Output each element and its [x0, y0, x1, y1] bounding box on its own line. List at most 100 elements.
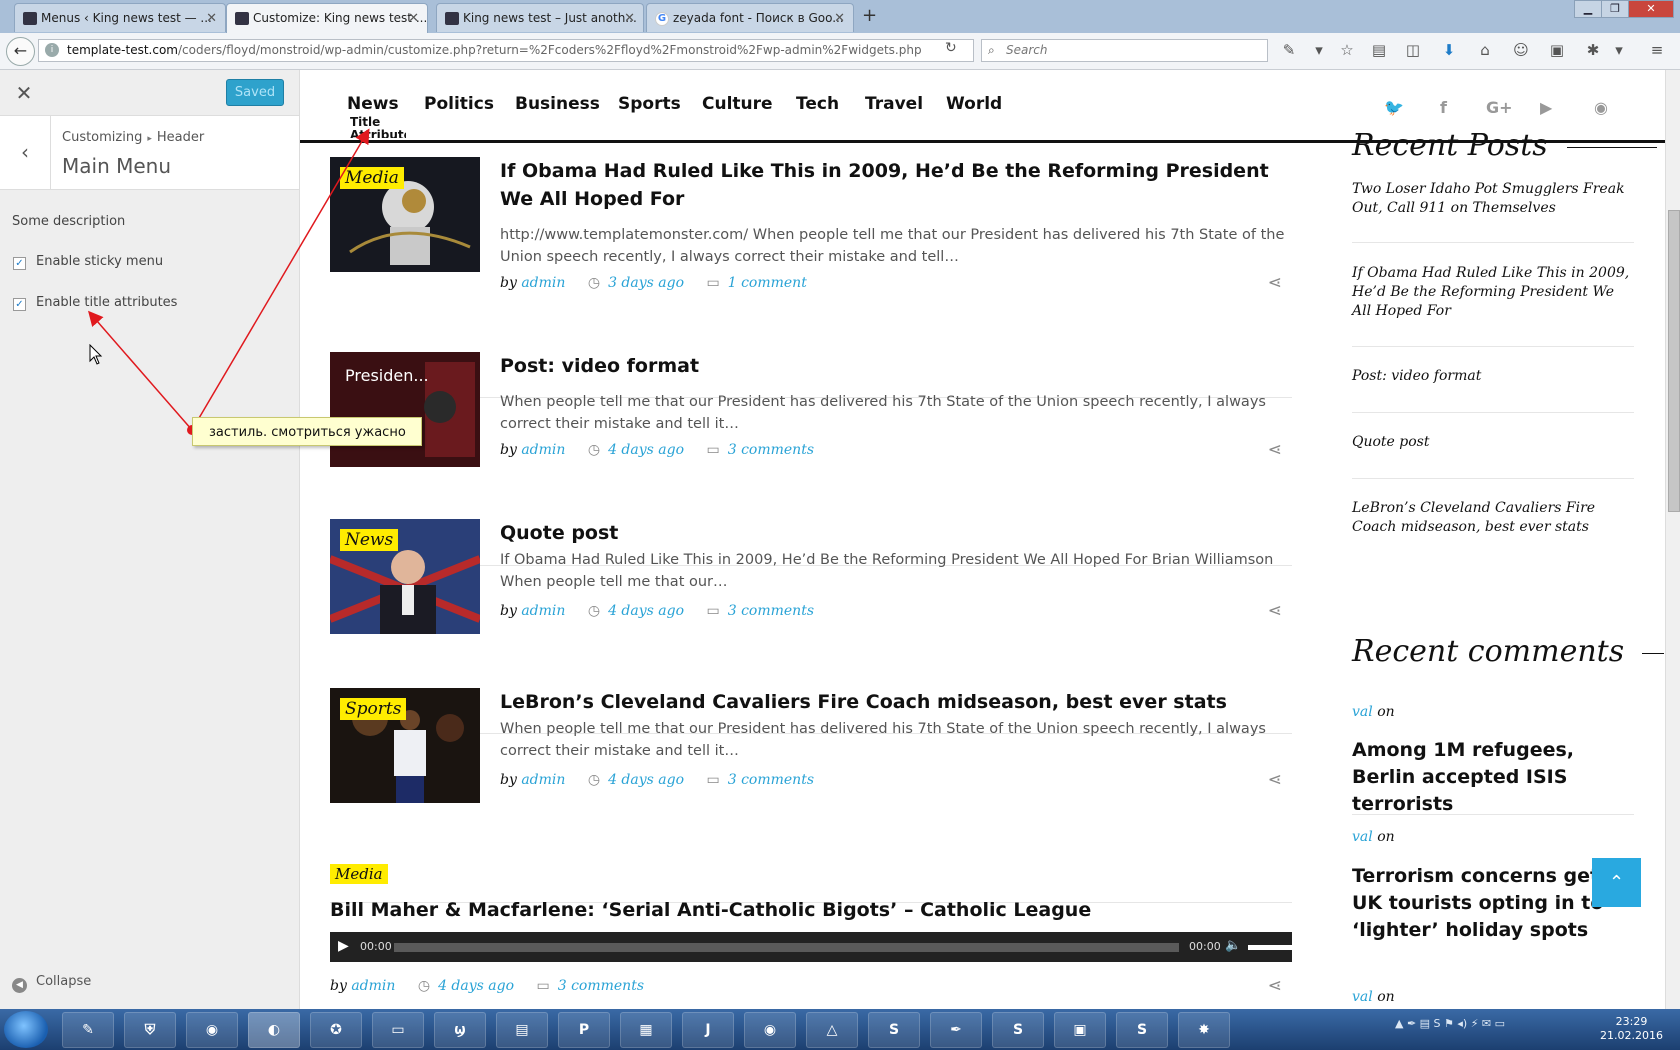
tanks-app-icon[interactable]: ⛨ [124, 1012, 176, 1048]
share-icon[interactable]: ⋖ [1268, 440, 1282, 460]
comments-link[interactable]: 3 comments [728, 772, 814, 788]
scrollbar-thumb[interactable] [1668, 210, 1680, 512]
nav-item-business[interactable]: Business [515, 94, 600, 114]
nav-item-news[interactable]: News [347, 94, 399, 114]
checkbox-checked-icon[interactable]: ✓ [13, 298, 26, 311]
chrome-app-icon[interactable]: ◉ [186, 1012, 238, 1048]
post-title[interactable]: If Obama Had Ruled Like This in 2009, He… [500, 157, 1280, 213]
post-title[interactable]: Bill Maher & Macfarlene: ‘Serial Anti-Ca… [330, 896, 1290, 924]
date-link[interactable]: 4 days ago [608, 772, 684, 788]
star-icon[interactable]: ☆ [1338, 40, 1356, 60]
browser-tab-site[interactable]: King news test – Just anoth... ✕ [436, 3, 644, 32]
author-link[interactable]: admin [521, 275, 565, 291]
post-title[interactable]: LeBron’s Cleveland Cavaliers Fire Coach … [500, 688, 1280, 716]
back-arrow-icon[interactable]: ← [6, 37, 35, 66]
minimize-window-icon[interactable]: ▁ [1574, 0, 1602, 18]
sublime-app-icon[interactable]: S [992, 1012, 1044, 1048]
back-chevron-icon[interactable]: ‹ [0, 116, 51, 189]
facebook-icon[interactable]: f [1440, 98, 1447, 117]
sticky-menu-checkbox[interactable]: ✓ Enable sticky menu [13, 254, 163, 270]
home-icon[interactable]: ⌂ [1476, 40, 1494, 60]
close-window-icon[interactable]: ✕ [1628, 0, 1674, 18]
comments-link[interactable]: 1 comment [728, 275, 807, 291]
author-link[interactable]: admin [521, 603, 565, 619]
reload-icon[interactable]: ↻ [945, 40, 957, 56]
save-app-icon[interactable]: ▤ [496, 1012, 548, 1048]
screenshot-icon[interactable]: ✎ [1280, 40, 1298, 60]
vertical-scrollbar[interactable] [1665, 70, 1680, 1009]
close-tab-icon[interactable]: ✕ [834, 4, 845, 32]
recent-post-link[interactable]: Post: video format [1352, 367, 1634, 413]
category-badge[interactable]: Media [330, 864, 388, 884]
category-badge[interactable]: Media [340, 167, 404, 189]
author-link[interactable]: admin [351, 978, 395, 994]
recent-post-link[interactable]: If Obama Had Ruled Like This in 2009, He… [1352, 264, 1634, 347]
recent-post-link[interactable]: Quote post [1352, 433, 1634, 479]
chevron-down-icon[interactable]: ▾ [1310, 40, 1328, 60]
category-badge[interactable]: Sports [340, 698, 407, 720]
comment-author-link[interactable]: val [1352, 704, 1373, 720]
scroll-to-top-button[interactable]: ⌃ [1592, 858, 1641, 907]
calculator-app-icon[interactable]: ▦ [620, 1012, 672, 1048]
feather-app-icon[interactable]: ✒ [930, 1012, 982, 1048]
checkbox-checked-icon[interactable]: ✓ [13, 257, 26, 270]
volume-icon[interactable]: 🔈 [1225, 938, 1241, 953]
pocket-icon[interactable]: ◫ [1404, 40, 1422, 60]
share-icon[interactable]: ⋖ [1268, 601, 1282, 621]
terminal-app-icon[interactable]: ▭ [372, 1012, 424, 1048]
skype-app-icon[interactable]: S [1116, 1012, 1168, 1048]
rss-icon[interactable]: ◉ [1594, 98, 1608, 117]
date-link[interactable]: 4 days ago [608, 442, 684, 458]
browser-tab-google[interactable]: G zeyada font - Поиск в Goo... ✕ [646, 3, 854, 32]
close-tab-icon[interactable]: ✕ [206, 4, 217, 32]
chevron-down-icon[interactable]: ▾ [1610, 40, 1628, 60]
comment-post-link[interactable]: Among 1M refugees, Berlin accepted ISIS … [1352, 737, 1634, 818]
volume-slider[interactable] [1248, 945, 1294, 950]
system-tray-icons[interactable]: ▲ ✒ ▤ S ⚑ ◂) ⚡ ✉ ▭ [1395, 1017, 1505, 1030]
post-title[interactable]: Post: video format [500, 352, 1280, 380]
firefox-app-icon[interactable]: ◐ [248, 1012, 300, 1048]
addon-icon[interactable]: ✱ [1584, 40, 1602, 60]
start-button-icon[interactable] [4, 1011, 48, 1048]
post-thumbnail[interactable]: Sports [330, 688, 480, 803]
date-link[interactable]: 4 days ago [608, 603, 684, 619]
nav-item-politics[interactable]: Politics [424, 94, 494, 114]
search-input[interactable]: ⌕ Search [981, 39, 1268, 62]
comment-author-link[interactable]: val [1352, 989, 1373, 1005]
saved-button[interactable]: Saved [226, 79, 284, 106]
taskbar-clock[interactable]: 23:29 21.02.2016 [1600, 1015, 1663, 1043]
extension-icon[interactable]: ▣ [1548, 40, 1566, 60]
nav-item-world[interactable]: World [946, 94, 1002, 114]
category-badge[interactable]: News [340, 529, 399, 551]
comment-author-link[interactable]: val [1352, 829, 1373, 845]
nav-item-sports[interactable]: Sports [618, 94, 681, 114]
title-attributes-checkbox[interactable]: ✓ Enable title attributes [13, 295, 177, 311]
browser-tab-menus[interactable]: Menus ‹ King news test — ... ✕ [14, 3, 226, 32]
notepad-app-icon[interactable]: ✎ [62, 1012, 114, 1048]
post-thumbnail[interactable]: Presiden... [330, 352, 480, 467]
puzzle-app-icon[interactable]: ✸ [1178, 1012, 1230, 1048]
date-link[interactable]: 3 days ago [608, 275, 684, 291]
restore-window-icon[interactable]: ❐ [1601, 0, 1629, 18]
folder-app-icon[interactable]: ▣ [1054, 1012, 1106, 1048]
gamepad-app-icon[interactable]: ✪ [310, 1012, 362, 1048]
s-app-icon[interactable]: S [868, 1012, 920, 1048]
play-icon[interactable]: ▶ [338, 938, 349, 954]
jetbrains-app-icon[interactable]: J [682, 1012, 734, 1048]
twitter-icon[interactable]: 🐦 [1384, 98, 1404, 117]
post-thumbnail[interactable]: News [330, 519, 480, 634]
share-icon[interactable]: ⋖ [1268, 273, 1282, 293]
author-link[interactable]: admin [521, 772, 565, 788]
recent-post-link[interactable]: Two Loser Idaho Pot Smugglers Freak Out,… [1352, 180, 1634, 243]
share-icon[interactable]: ⋖ [1268, 770, 1282, 790]
browser-tab-customize[interactable]: Customize: King news test ... ✕ [226, 3, 428, 33]
address-bar[interactable]: i template-test.com/coders/floyd/monstro… [38, 39, 974, 62]
chrome-app-icon[interactable]: ◉ [744, 1012, 796, 1048]
warning-app-icon[interactable]: △ [806, 1012, 858, 1048]
google-plus-icon[interactable]: G+ [1486, 98, 1513, 117]
collapse-button[interactable]: ◀ Collapse [12, 974, 91, 993]
close-tab-icon[interactable]: ✕ [408, 4, 419, 33]
comments-link[interactable]: 3 comments [728, 442, 814, 458]
close-icon[interactable]: ✕ [8, 78, 40, 108]
recent-post-link[interactable]: LeBron’s Cleveland Cavaliers Fire Coach … [1352, 499, 1634, 549]
